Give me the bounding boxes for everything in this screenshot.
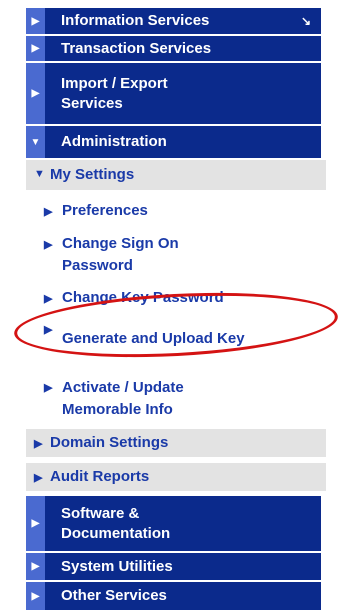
triangle-down-icon: ▼: [34, 168, 45, 180]
menu-item-system-utilities[interactable]: ▶ System Utilities: [26, 553, 321, 581]
triangle-right-icon: ▶: [26, 496, 45, 551]
triangle-right-icon: ▶: [26, 36, 45, 61]
triangle-right-icon: ▶: [44, 324, 53, 336]
external-link-icon: ↘: [300, 14, 311, 28]
menu-item-label: Change Key Password: [62, 289, 224, 306]
menu-item-administration[interactable]: ▼ Administration: [26, 126, 321, 158]
menu-item-label: Other Services: [61, 587, 167, 604]
triangle-down-icon: ▼: [26, 126, 45, 158]
menu-item-other-services[interactable]: ▶ Other Services: [26, 582, 321, 610]
menu-item-generate-and-upload-key[interactable]: ▶ Generate and Upload Key: [26, 314, 326, 364]
menu-item-label: Administration: [61, 133, 167, 150]
triangle-right-icon: ▶: [34, 438, 43, 450]
menu-item-my-settings[interactable]: ▼ My Settings: [26, 160, 326, 190]
triangle-right-icon: ▶: [26, 553, 45, 580]
triangle-right-icon: ▶: [26, 8, 45, 34]
triangle-right-icon: ▶: [44, 206, 53, 218]
menu-item-information-services[interactable]: ▶ Information Services ↘: [26, 8, 321, 35]
triangle-right-icon: ▶: [44, 293, 53, 305]
menu-item-label: My Settings: [50, 166, 135, 183]
menu-item-label: Transaction Services: [61, 39, 212, 57]
menu-item-label: Generate and Upload Key: [62, 330, 245, 347]
navigation-menu: ▶ Information Services ↘ ▶ Transaction S…: [26, 0, 326, 613]
menu-item-label: Information Services: [61, 12, 210, 29]
menu-item-change-sign-on-password[interactable]: ▶ Change Sign On Password: [26, 228, 326, 282]
menu-item-label: Activate / Update Memorable Info: [62, 379, 184, 418]
menu-item-software-documentation[interactable]: ▶ Software & Documentation: [26, 496, 321, 552]
menu-item-label: Domain Settings: [50, 434, 169, 451]
menu-item-activate-update-memorable-info[interactable]: ▶ Activate / Update Memorable Info: [26, 372, 326, 426]
menu-item-transaction-services[interactable]: ▶ Transaction Services: [26, 36, 321, 62]
menu-item-label: Change Sign On Password: [62, 235, 179, 274]
menu-item-label: Import / Export Services: [61, 74, 168, 112]
menu-item-label: Audit Reports: [50, 468, 150, 485]
menu-item-domain-settings[interactable]: ▶ Domain Settings: [26, 429, 326, 457]
menu-item-label: Software & Documentation: [61, 504, 171, 542]
triangle-right-icon: ▶: [26, 63, 45, 124]
menu-item-audit-reports[interactable]: ▶ Audit Reports: [26, 463, 326, 491]
triangle-right-icon: ▶: [44, 239, 53, 251]
menu-item-import-export-services[interactable]: ▶ Import / Export Services: [26, 63, 321, 125]
menu-item-change-key-password[interactable]: ▶ Change Key Password: [26, 284, 326, 312]
triangle-right-icon: ▶: [26, 582, 45, 610]
menu-item-label: Preferences: [62, 202, 148, 219]
menu-item-preferences[interactable]: ▶ Preferences: [26, 196, 326, 226]
triangle-right-icon: ▶: [34, 472, 43, 484]
menu-item-label: System Utilities: [61, 557, 173, 575]
triangle-right-icon: ▶: [44, 382, 53, 394]
